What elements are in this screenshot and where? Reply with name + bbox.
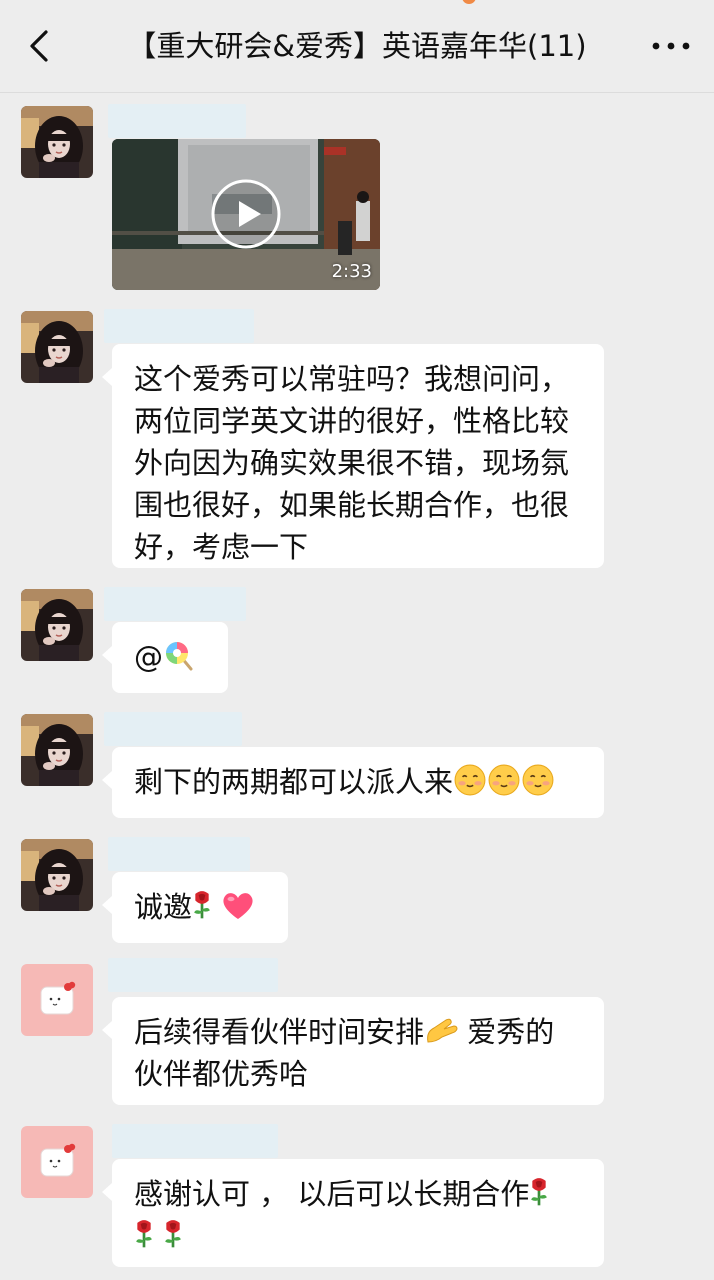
ghost-avatar-icon — [21, 964, 93, 1036]
message-bubble[interactable]: 这个爱秀可以常驻吗？我想问问， 两位同学英文讲的很好，性格比较 外向因为确实效果… — [102, 344, 604, 568]
message-line: 围也很好，如果能长期合作，也很 — [134, 488, 570, 522]
message-line: 外向因为确实效果很不错，现场氛 — [134, 446, 570, 480]
sender-nickname — [108, 958, 278, 992]
message-bubble[interactable]: 诚邀 — [102, 872, 288, 943]
smiling-face-icon — [522, 764, 554, 796]
rose-icon — [164, 1218, 183, 1249]
message-text: 诚邀 — [134, 890, 193, 924]
girl-avatar-icon — [21, 311, 93, 383]
message-line: 好，考虑一下 — [134, 530, 309, 564]
sender-avatar[interactable] — [21, 714, 93, 786]
message-line: 感谢认可 ， 以后可以长期合作 — [134, 1173, 582, 1215]
sender-avatar[interactable] — [21, 1126, 93, 1198]
message-bubble[interactable]: @ — [102, 622, 228, 693]
sender-avatar[interactable] — [21, 589, 93, 661]
girl-avatar-icon — [21, 106, 93, 178]
message-line: 伙伴都优秀哈 — [134, 1057, 309, 1091]
pinching-hand-icon — [427, 1018, 458, 1043]
message-bubble[interactable]: 后续得看伙伴时间安排 爱秀的 伙伴都优秀哈 — [102, 997, 604, 1105]
girl-avatar-icon — [21, 714, 93, 786]
girl-avatar-icon — [21, 839, 93, 911]
message-line: 后续得看伙伴时间安排 爱秀的 — [134, 1015, 555, 1049]
sender-nickname — [104, 309, 254, 343]
message-line: 这个爱秀可以常驻吗？我想问问， — [134, 362, 570, 396]
rose-icon — [530, 1176, 549, 1207]
sender-nickname — [108, 104, 246, 138]
sender-nickname — [104, 712, 242, 746]
notification-dot — [462, 0, 476, 4]
back-button[interactable] — [22, 28, 58, 64]
smiling-face-icon — [454, 764, 486, 796]
girl-avatar-icon — [21, 589, 93, 661]
sender-nickname — [112, 1124, 278, 1158]
sender-avatar[interactable] — [21, 311, 93, 383]
message-bubble[interactable]: 感谢认可 ， 以后可以长期合作 — [102, 1159, 604, 1267]
video-thumbnail[interactable]: 2:33 — [112, 139, 380, 290]
more-dots-icon — [652, 42, 690, 50]
heart-icon — [223, 893, 253, 919]
sender-avatar[interactable] — [21, 839, 93, 911]
sender-nickname — [108, 837, 250, 871]
lollipop-icon — [166, 642, 193, 671]
ghost-avatar-icon — [21, 1126, 93, 1198]
message-bubble[interactable]: 剩下的两期都可以派人来 — [102, 747, 604, 818]
more-button[interactable] — [646, 30, 696, 62]
message-text: 剩下的两期都可以派人来 — [134, 765, 454, 799]
chat-header: 【重大研会&爱秀】英语嘉年华(11) — [0, 0, 714, 93]
video-duration: 2:33 — [331, 261, 372, 282]
smiling-face-icon — [488, 764, 520, 796]
play-icon — [211, 179, 281, 249]
message-line: 两位同学英文讲的很好，性格比较 — [134, 404, 570, 438]
message-text: @ — [134, 640, 163, 674]
sender-avatar[interactable] — [21, 106, 93, 178]
chevron-left-icon — [30, 30, 48, 62]
rose-icon — [192, 889, 212, 920]
chat-title: 【重大研会&爱秀】英语嘉年华(11) — [127, 29, 587, 63]
rose-icon — [134, 1218, 154, 1249]
message-line — [134, 1215, 582, 1257]
sender-avatar[interactable] — [21, 964, 93, 1036]
sender-nickname — [104, 587, 246, 621]
